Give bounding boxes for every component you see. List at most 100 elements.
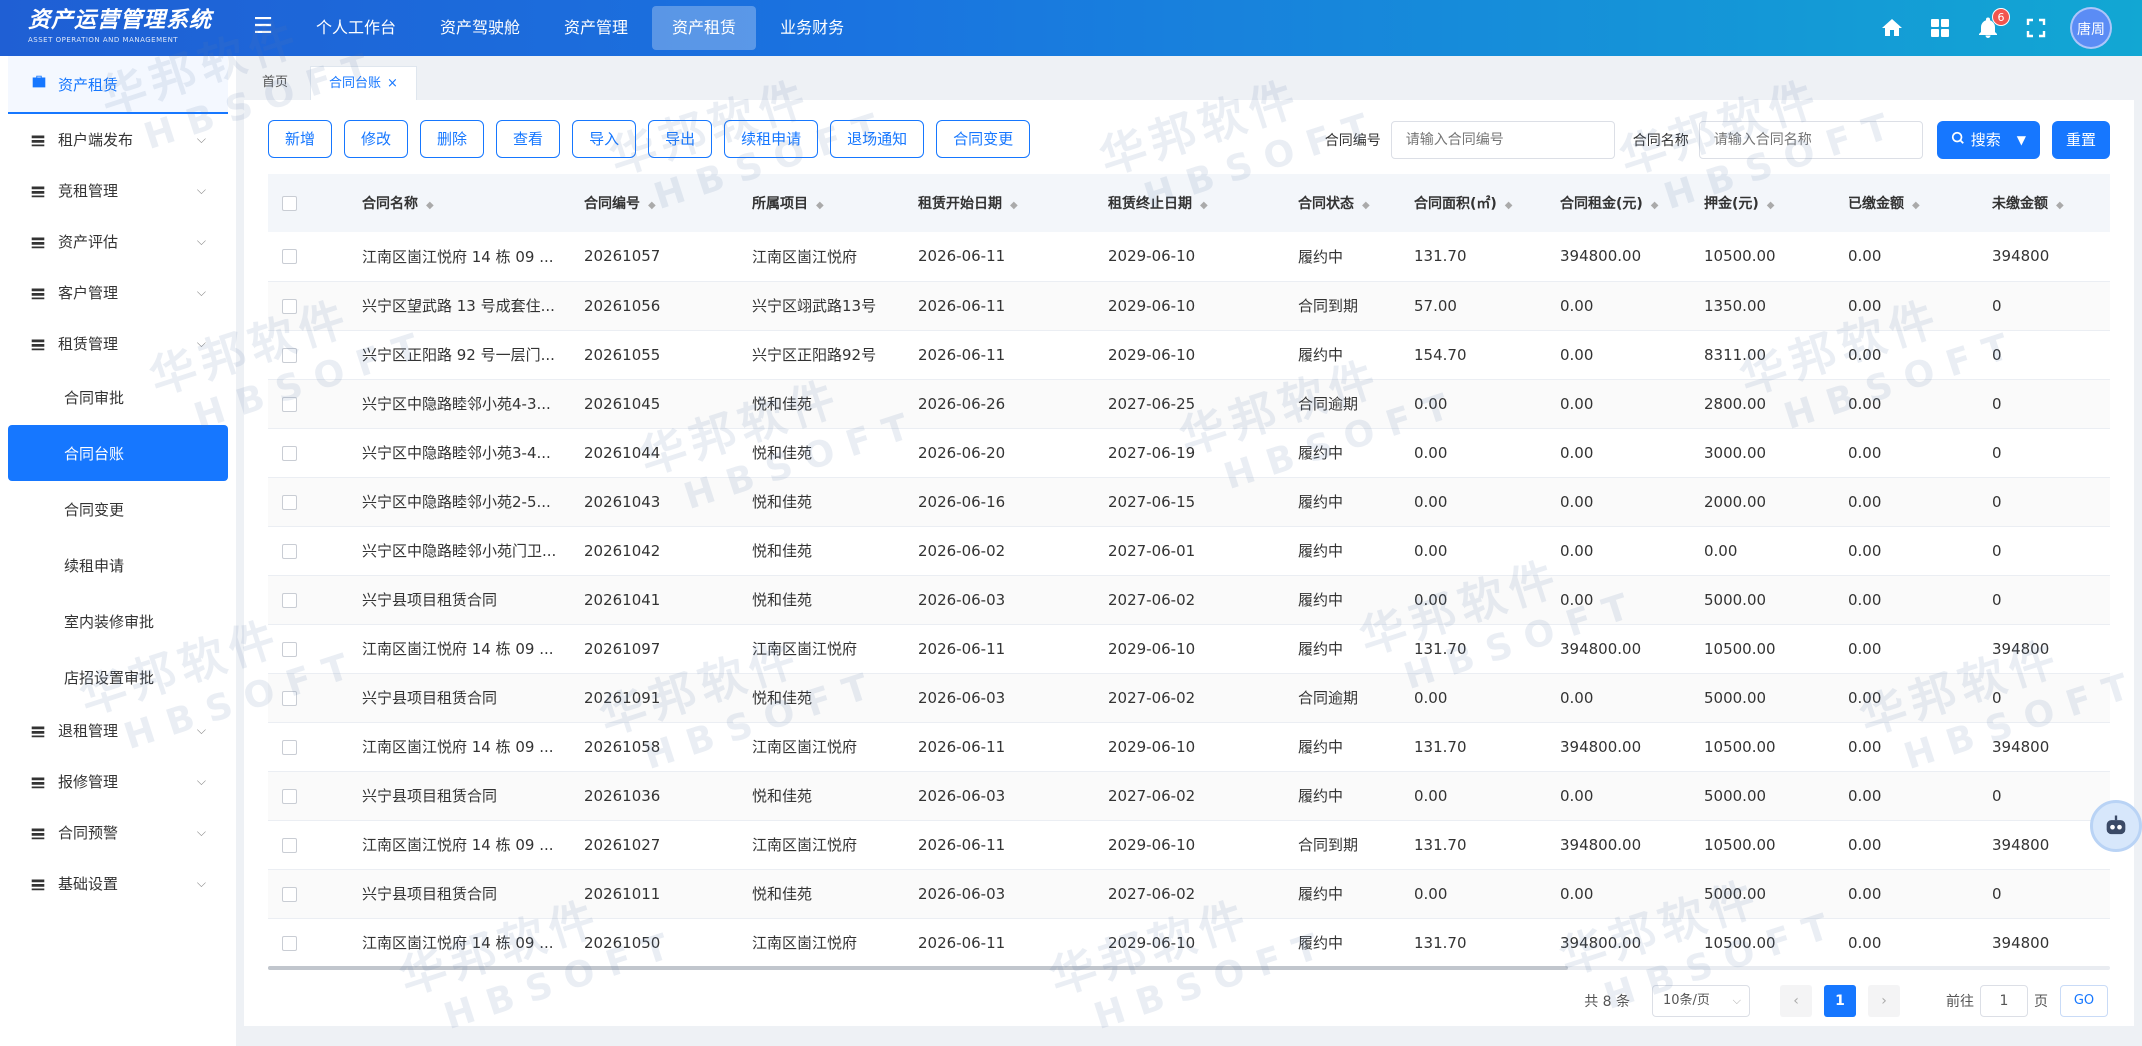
toolbar-button[interactable]: 导入 [572, 120, 637, 158]
row-checkbox[interactable] [268, 428, 352, 477]
goto-page-input[interactable]: 1 [1980, 985, 2028, 1017]
toolbar-button[interactable]: 合同变更 [936, 120, 1031, 158]
top-nav-item[interactable]: 业务财务 [760, 6, 864, 50]
sidebar-item[interactable]: 基础设置 ⌵ [0, 858, 236, 909]
table-row[interactable]: 兴宁区正阳路 92 号一层门... 20261055 兴宁区正阳路92号 2026-0… [268, 330, 2110, 379]
sidebar-item[interactable]: 租赁管理 ⌵ [0, 318, 236, 369]
apps-grid-icon[interactable] [1926, 14, 1954, 42]
top-nav-item[interactable]: 资产驾驶舱 [420, 6, 540, 50]
scrollbar-thumb[interactable] [268, 966, 1568, 970]
toolbar-button[interactable]: 修改 [344, 120, 409, 158]
sort-icon[interactable]: ◆ [1010, 200, 1018, 211]
toolbar-button[interactable]: 导出 [648, 120, 713, 158]
toolbar-button[interactable]: 删除 [420, 120, 485, 158]
row-checkbox[interactable] [268, 722, 352, 771]
row-checkbox[interactable] [268, 820, 352, 869]
row-checkbox[interactable] [268, 379, 352, 428]
menu-toggle-icon[interactable]: ☰ [250, 14, 276, 40]
row-checkbox[interactable] [268, 330, 352, 379]
table-row[interactable]: 江南区崮江悦府 14 栋 09 ... 20261057 江南区崮江悦府 2026-0… [268, 232, 2110, 281]
sidebar-subitem[interactable]: 续租申请 [0, 537, 236, 593]
sidebar-subitem[interactable]: 合同审批 [0, 369, 236, 425]
current-page[interactable]: 1 [1824, 985, 1856, 1017]
sidebar-subitem[interactable]: 合同变更 [0, 481, 236, 537]
sidebar-subitem[interactable]: 合同台账 [8, 425, 228, 481]
column-header[interactable]: 所属项目 ◆ [742, 174, 908, 232]
sort-icon[interactable]: ◆ [816, 200, 824, 211]
top-nav-item[interactable]: 资产租赁 [652, 6, 757, 50]
table-row[interactable]: 兴宁区望武路 13 号成套住... 20261056 兴宁区翊武路13号 2026-0… [268, 281, 2110, 330]
column-header[interactable]: 未缴金额 ◆ [1982, 174, 2110, 232]
table-row[interactable]: 江南区崮江悦府 14 栋 09 ... 20261027 江南区崮江悦府 2026-0… [268, 820, 2110, 869]
tab-contract-ledger[interactable]: 合同台账 × [310, 66, 417, 100]
prev-page-button[interactable]: ‹ [1780, 985, 1812, 1017]
column-header[interactable]: 合同状态 ◆ [1288, 174, 1404, 232]
sidebar-item[interactable]: 客户管理 ⌵ [0, 267, 236, 318]
user-avatar[interactable]: 唐周 [2070, 7, 2112, 49]
caret-down-icon[interactable]: ▼ [2017, 121, 2026, 159]
sidebar-item[interactable]: 竞租管理 ⌵ [0, 165, 236, 216]
close-icon[interactable]: × [387, 76, 398, 91]
toolbar-button[interactable]: 续租申请 [724, 120, 819, 158]
table-row[interactable]: 兴宁区中隐路睦邻小苑2-5... 20261043 悦和佳苑 2026-06-16 20… [268, 477, 2110, 526]
row-checkbox[interactable] [268, 771, 352, 820]
search-button[interactable]: 搜索 ▼ [1936, 121, 2040, 159]
table-row[interactable]: 江南区崮江悦府 14 栋 09 ... 20261058 江南区崮江悦府 2026-0… [268, 722, 2110, 771]
sort-icon[interactable]: ◆ [2056, 200, 2064, 211]
sidebar-item[interactable]: 退租管理 ⌵ [0, 705, 236, 756]
select-all-checkbox[interactable] [268, 174, 352, 232]
assistant-robot-icon[interactable] [2090, 800, 2142, 852]
toolbar-button[interactable]: 退场通知 [830, 120, 925, 158]
reset-button[interactable]: 重置 [2051, 121, 2110, 159]
toolbar-button[interactable]: 查看 [496, 120, 561, 158]
fullscreen-icon[interactable] [2022, 14, 2050, 42]
sort-icon[interactable]: ◆ [1912, 200, 1920, 211]
sidebar-item[interactable]: 合同预警 ⌵ [0, 807, 236, 858]
row-checkbox[interactable] [268, 624, 352, 673]
tab-home[interactable]: 首页 [244, 66, 307, 100]
row-checkbox[interactable] [268, 281, 352, 330]
row-checkbox[interactable] [268, 869, 352, 918]
row-checkbox[interactable] [268, 232, 352, 281]
sidebar-header[interactable]: 资产租赁 [8, 56, 228, 114]
column-header[interactable]: 押金(元) ◆ [1694, 174, 1838, 232]
table-row[interactable]: 兴宁县项目租赁合同 20261041 悦和佳苑 2026-06-03 2027-06-0… [268, 575, 2110, 624]
top-nav-item[interactable]: 资产管理 [544, 6, 648, 50]
table-row[interactable]: 江南区崮江悦府 14 栋 09 ... 20261050 江南区崮江悦府 2026-0… [268, 918, 2110, 967]
column-header[interactable]: 合同编号 ◆ [574, 174, 742, 232]
sort-icon[interactable]: ◆ [426, 200, 434, 211]
toolbar-button[interactable]: 新增 [268, 120, 333, 158]
app-logo[interactable]: 资产运营管理系统 ASSET OPERATION AND MANAGEMENT [28, 8, 238, 50]
table-row[interactable]: 兴宁县项目租赁合同 20261036 悦和佳苑 2026-06-03 2027-06-0… [268, 771, 2110, 820]
column-header[interactable]: 合同租金(元) ◆ [1550, 174, 1694, 232]
table-row[interactable]: 兴宁区中隐路睦邻小苑4-3... 20261045 悦和佳苑 2026-06-26 20… [268, 379, 2110, 428]
row-checkbox[interactable] [268, 673, 352, 722]
sort-icon[interactable]: ◆ [1651, 200, 1659, 211]
sidebar-subitem[interactable]: 店招设置审批 [0, 649, 236, 705]
sidebar-item[interactable]: 租户端发布 ⌵ [0, 114, 236, 165]
page-size-select[interactable]: 10条/页 ⌵ [1652, 985, 1750, 1017]
row-checkbox[interactable] [268, 918, 352, 967]
horizontal-scrollbar[interactable] [268, 966, 2110, 970]
row-checkbox[interactable] [268, 575, 352, 624]
table-row[interactable]: 兴宁区中隐路睦邻小苑3-4... 20261044 悦和佳苑 2026-06-20 20… [268, 428, 2110, 477]
column-header[interactable]: 已缴金额 ◆ [1838, 174, 1982, 232]
next-page-button[interactable]: › [1868, 985, 1900, 1017]
sort-icon[interactable]: ◆ [1767, 200, 1775, 211]
column-header[interactable]: 租赁开始日期 ◆ [908, 174, 1098, 232]
table-row[interactable]: 江南区崮江悦府 14 栋 09 ... 20261097 江南区崮江悦府 2026-0… [268, 624, 2110, 673]
table-row[interactable]: 兴宁县项目租赁合同 20261011 悦和佳苑 2026-06-03 2027-06-0… [268, 869, 2110, 918]
column-header[interactable]: 租赁终止日期 ◆ [1098, 174, 1288, 232]
sidebar-subitem[interactable]: 室内装修审批 [0, 593, 236, 649]
bell-icon[interactable]: 6 [1974, 8, 2010, 42]
contract-code-input[interactable] [1390, 121, 1615, 159]
row-checkbox[interactable] [268, 526, 352, 575]
sidebar-item[interactable]: 报修管理 ⌵ [0, 756, 236, 807]
sort-icon[interactable]: ◆ [1362, 200, 1370, 211]
column-header[interactable]: 合同面积(㎡) ◆ [1404, 174, 1550, 232]
table-row[interactable]: 兴宁区中隐路睦邻小苑门卫... 20261042 悦和佳苑 2026-06-02 202… [268, 526, 2110, 575]
sort-icon[interactable]: ◆ [648, 200, 656, 211]
row-checkbox[interactable] [268, 477, 352, 526]
go-button[interactable]: GO [2060, 985, 2108, 1017]
table-row[interactable]: 兴宁县项目租赁合同 20261091 悦和佳苑 2026-06-03 2027-06-0… [268, 673, 2110, 722]
